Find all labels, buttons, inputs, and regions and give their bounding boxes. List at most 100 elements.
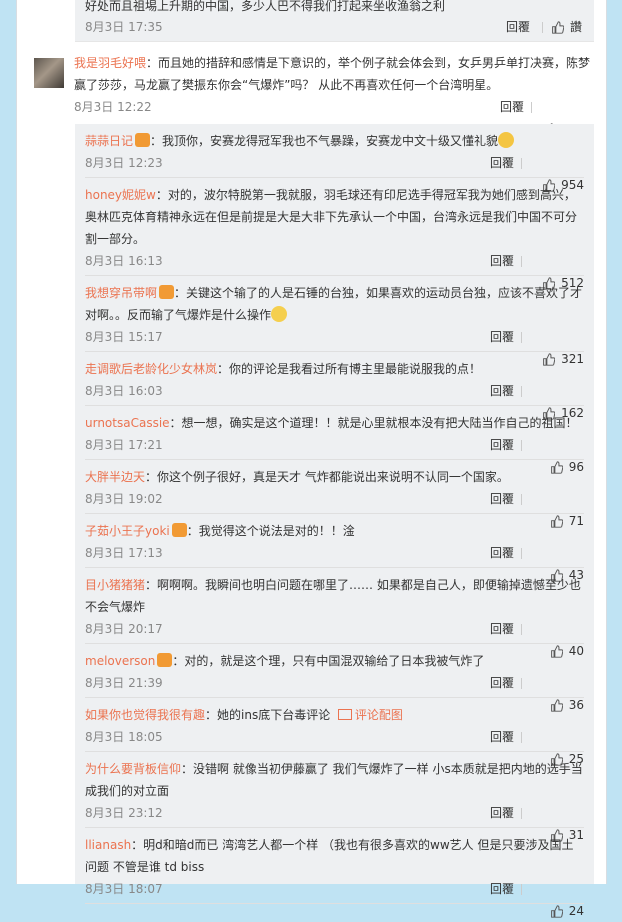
reply-button[interactable]: 回覆	[490, 542, 514, 564]
author-link[interactable]: 子茹小王子yoki	[85, 524, 170, 538]
reply-button[interactable]: 回覆	[490, 488, 514, 510]
reply-item: urnotsaCassie：想一想，确实是这个道理！！就是心里就根本没有把大陆当…	[85, 406, 584, 474]
author-link[interactable]: urnotsaCassie	[85, 416, 170, 430]
author-link[interactable]: 如果你也觉得我很有趣	[85, 708, 205, 722]
comment-date: 8月3日 16:13	[85, 254, 163, 268]
author-link[interactable]: 走调歌后老龄化少女林岚	[85, 362, 217, 376]
author-link[interactable]: 大胖半边天	[85, 470, 145, 484]
comment-date: 8月3日 17:21	[85, 438, 163, 452]
main-comment: 我是羽毛好喂：而且她的措辞和感情是下意识的，举个例子就会体会到，女乒男乒单打决赛…	[34, 52, 594, 136]
author-link[interactable]: 目小猪猪猪	[85, 578, 145, 592]
like-label: 讚	[570, 20, 583, 34]
author-link[interactable]: llianash	[85, 838, 131, 852]
reply-text: honey妮妮w：对的，波尔特脱第一我就服，羽毛球还有印尼选手得冠军我为她们感到…	[85, 188, 578, 246]
divider	[521, 494, 522, 505]
reply-button[interactable]: 回覆	[490, 326, 514, 348]
reply-item: 蒜蒜日记 ：我顶你，安赛龙得冠军我也不气暴躁，安赛龙中文十级又懂礼貌 8月3日 12…	[85, 124, 584, 192]
vip-badge-icon	[157, 653, 173, 667]
reply-text: 蒜蒜日记 ：我顶你，安赛龙得冠军我也不气暴躁，安赛龙中文十级又懂礼貌	[85, 124, 584, 152]
image-link[interactable]: 评论配图	[337, 708, 403, 722]
reply-item: honey妮妮w：对的，波尔特脱第一我就服，羽毛球还有印尼选手得冠军我为她们感到…	[85, 178, 584, 290]
reply-button[interactable]: 回覆	[490, 250, 514, 272]
comment-date: 8月3日 20:17	[85, 622, 163, 636]
reply-button[interactable]: 回覆	[490, 878, 514, 900]
like-count: 24	[568, 904, 584, 918]
reply-button[interactable]: 回覆	[490, 618, 514, 640]
previous-reply: 好处而且祖埸上升期的中国，多少人巴不得我们打起来坐收渔翁之利 8月3日 17:3…	[75, 0, 594, 42]
vip-badge-icon	[171, 523, 187, 537]
reply-meta: 8月3日 12:23 回覆 954	[85, 152, 584, 192]
previous-reply-date: 8月3日 17:35	[85, 20, 163, 34]
thumbs-up-icon	[552, 20, 564, 34]
reply-item: meloverson ：对的，就是这个理，只有中国混双输给了日本我被气炸了 8月3日…	[85, 644, 584, 712]
reply-item: 子茹小王子yoki ：我觉得这个说法是对的！！淦 8月3日 17:13 回覆 43	[85, 514, 584, 582]
reply-meta: 8月3日 18:05 回覆 25	[85, 726, 584, 766]
comment-date: 8月3日 16:03	[85, 384, 163, 398]
main-comment-text: 我是羽毛好喂：而且她的措辞和感情是下意识的，举个例子就会体会到，女乒男乒单打决赛…	[74, 56, 591, 92]
divider	[521, 624, 522, 635]
image-icon	[337, 709, 352, 720]
author-link[interactable]: 为什么要背板信仰	[85, 762, 181, 776]
divider	[521, 884, 522, 895]
like-button[interactable]: 24	[550, 900, 584, 922]
reply-text: 目小猪猪猪：啊啊啊。我瞬间也明白问题在哪里了…… 如果都是自己人，即便输掉遗憾至…	[85, 578, 581, 614]
reply-meta: 8月3日 16:03 回覆 162	[85, 380, 584, 420]
reply-meta: 8月3日 20:17 回覆 40	[85, 618, 584, 658]
author-link[interactable]: meloverson	[85, 654, 155, 668]
reply-meta: 8月3日 17:21 回覆 96	[85, 434, 584, 474]
divider	[521, 386, 522, 397]
reply-item: 为什么要背板信仰：没错啊 就像当初伊藤赢了 我们气爆炸了一样 小s本质就是把内地…	[85, 752, 584, 842]
reply-meta: 8月3日 23:12 回覆 31	[85, 802, 584, 842]
reply-text: 我想穿吊带啊 ：关键这个输了的人是石锤的台独，如果喜欢的运动员台独，应该不喜欢了才…	[85, 285, 583, 322]
reply-button[interactable]: 回覆	[506, 17, 530, 37]
reply-item: 目小猪猪猪：啊啊啊。我瞬间也明白问题在哪里了…… 如果都是自己人，即便输掉遗憾至…	[85, 568, 584, 658]
author-link[interactable]: honey妮妮w	[85, 188, 156, 202]
reply-button[interactable]: 回覆	[500, 96, 524, 118]
author-link[interactable]: 我想穿吊带啊	[85, 286, 157, 300]
reply-text: 走调歌后老龄化少女林岚：你的评论是我看过所有博主里最能说服我的点！	[85, 362, 482, 376]
reply-button[interactable]: 回覆	[490, 380, 514, 402]
vip-badge-icon	[159, 285, 175, 299]
reply-meta: 8月3日 18:07 回覆 24	[85, 878, 584, 918]
divider	[521, 440, 522, 451]
reply-button[interactable]: 回覆	[490, 726, 514, 748]
avatar[interactable]	[34, 58, 64, 88]
reply-button[interactable]: 回覆	[490, 802, 514, 824]
reply-button[interactable]: 回覆	[490, 152, 514, 174]
author-link[interactable]: 蒜蒜日记	[85, 134, 133, 148]
like-button[interactable]: 讚	[551, 17, 582, 37]
reply-text: 大胖半边天：你这个例子很好，真是天才 气炸都能说出来说明不认同一个国家。	[85, 470, 509, 484]
comment-date: 8月3日 15:17	[85, 330, 163, 344]
reply-text: urnotsaCassie：想一想，确实是这个道理！！就是心里就根本没有把大陆当…	[85, 416, 578, 430]
crying-emoji-icon	[498, 132, 515, 148]
reply-meta: 8月3日 16:13 回覆 512	[85, 250, 584, 290]
thumbs-up-icon	[550, 904, 563, 918]
divider	[521, 332, 522, 343]
comment-date: 8月3日 18:07	[85, 882, 163, 896]
reply-item: 如果你也觉得我很有趣：她的ins底下台毒评论 评论配图 8月3日 18:05 回覆 2…	[85, 698, 584, 766]
comment-date: 8月3日 17:13	[85, 546, 163, 560]
reply-button[interactable]: 回覆	[490, 434, 514, 456]
divider	[531, 102, 532, 113]
vip-badge-icon	[135, 133, 151, 147]
divider	[521, 158, 522, 169]
author-link[interactable]: 我是羽毛好喂	[74, 56, 146, 70]
reply-text: llianash：明d和暗d而已 湾湾艺人都一个样 （我也有很多喜欢的ww艺人 …	[85, 838, 574, 874]
reply-text: 为什么要背板信仰：没错啊 就像当初伊藤赢了 我们气爆炸了一样 小s本质就是把内地…	[85, 762, 583, 798]
reply-list: 蒜蒜日记 ：我顶你，安赛龙得冠军我也不气暴躁，安赛龙中文十级又懂礼貌 8月3日 12…	[75, 124, 594, 918]
reply-item: llianash：明d和暗d而已 湾湾艺人都一个样 （我也有很多喜欢的ww艺人 …	[85, 828, 584, 918]
divider	[521, 808, 522, 819]
divider	[542, 22, 543, 33]
reply-text: 子茹小王子yoki ：我觉得这个说法是对的！！淦	[85, 523, 355, 538]
comment-date: 8月3日 19:02	[85, 492, 163, 506]
comment-date: 8月3日 12:23	[85, 156, 163, 170]
reply-button[interactable]: 回覆	[490, 672, 514, 694]
reply-item: 走调歌后老龄化少女林岚：你的评论是我看过所有博主里最能说服我的点！ 8月3日 16…	[85, 352, 584, 420]
reply-meta: 8月3日 17:13 回覆 43	[85, 542, 584, 582]
comment-date: 8月3日 12:22	[74, 100, 152, 114]
smile-emoji-icon	[271, 306, 288, 322]
divider	[521, 256, 522, 267]
comment-date: 8月3日 21:39	[85, 676, 163, 690]
reply-meta: 8月3日 21:39 回覆 36	[85, 672, 584, 712]
previous-reply-text: 好处而且祖埸上升期的中国，多少人巴不得我们打起来坐收渔翁之利	[85, 0, 446, 13]
